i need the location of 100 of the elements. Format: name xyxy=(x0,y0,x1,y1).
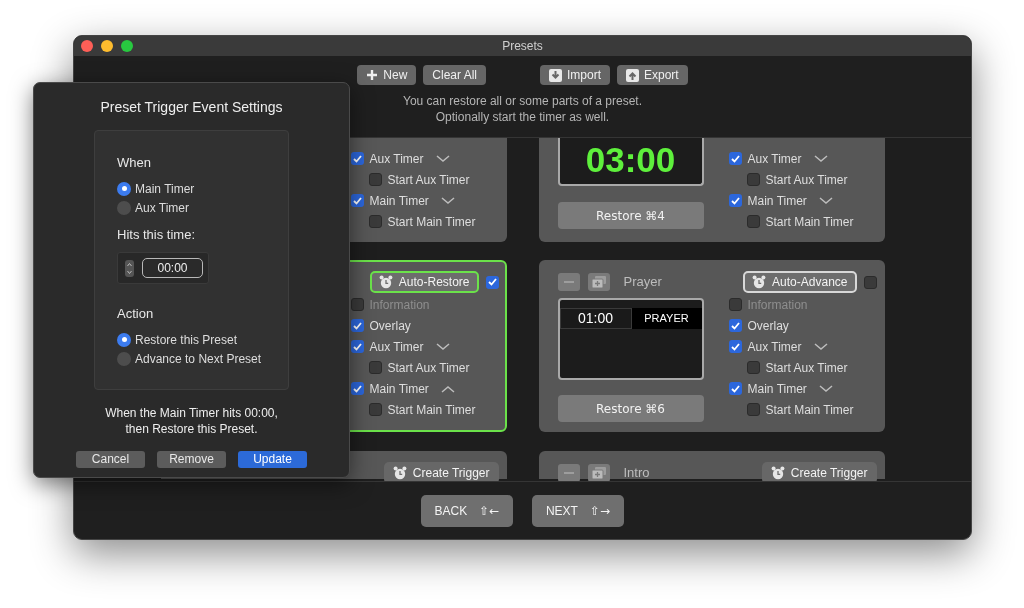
duplicate-icon xyxy=(591,467,606,479)
checkmark-icon xyxy=(487,278,497,286)
trigger-button[interactable]: Create Trigger xyxy=(383,462,499,481)
zoom-button[interactable] xyxy=(121,40,133,52)
checkmark-icon xyxy=(730,321,740,330)
checkbox[interactable] xyxy=(863,275,877,289)
option-label: Overlay xyxy=(747,317,789,335)
chevron-down-icon[interactable] xyxy=(440,196,455,205)
radio-label: Restore this Preset xyxy=(135,331,238,349)
option-label: Overlay xyxy=(369,317,411,335)
remove-button[interactable] xyxy=(557,273,580,291)
checkbox[interactable] xyxy=(350,152,364,165)
preset-name: Prayer xyxy=(623,273,662,292)
checkbox[interactable] xyxy=(350,319,364,332)
export-button[interactable]: Export xyxy=(617,65,688,85)
option-label: Start Aux Timer xyxy=(387,171,470,189)
checkbox[interactable] xyxy=(350,340,364,353)
option-label: Aux Timer xyxy=(369,150,424,168)
trigger-button[interactable]: Auto-Advance xyxy=(743,271,857,293)
cancel-button[interactable]: Cancel xyxy=(76,451,145,468)
checkbox[interactable] xyxy=(746,173,760,186)
checkbox[interactable] xyxy=(728,382,742,395)
remove-button[interactable] xyxy=(557,464,580,481)
radio-button[interactable] xyxy=(117,351,131,366)
checkbox[interactable] xyxy=(746,361,760,374)
import-button[interactable]: Import xyxy=(540,65,610,85)
option-label: Aux Timer xyxy=(369,338,424,356)
option-label: Main Timer xyxy=(369,380,429,398)
section-label: When xyxy=(117,154,152,172)
clear-all-button[interactable]: Clear All xyxy=(423,65,486,85)
checkbox[interactable] xyxy=(368,361,382,374)
alarm-clock-icon xyxy=(752,275,767,289)
radio-button[interactable] xyxy=(117,181,131,196)
back-button[interactable]: BACK ⇧← xyxy=(421,494,513,527)
checkbox[interactable] xyxy=(728,319,742,332)
checkbox[interactable] xyxy=(728,194,742,207)
window-title: Presets xyxy=(502,38,543,55)
restore-button[interactable]: Restore ⌘6 xyxy=(557,395,704,422)
duplicate-button[interactable] xyxy=(587,273,610,291)
option-label: Start Aux Timer xyxy=(765,171,848,189)
radio-label: Main Timer xyxy=(135,180,195,198)
option-label: Start Main Timer xyxy=(765,401,854,419)
timer-text: 01:00 xyxy=(559,308,632,329)
checkbox[interactable] xyxy=(368,403,382,416)
checkbox[interactable] xyxy=(368,215,382,228)
checkbox[interactable] xyxy=(350,194,364,207)
chevron-down-icon[interactable] xyxy=(813,154,828,163)
option-label: Start Main Timer xyxy=(765,213,854,231)
option-label: Main Timer xyxy=(747,192,807,210)
option-label: Main Timer xyxy=(369,192,429,210)
option-label: Start Main Timer xyxy=(387,213,476,231)
option-label: Main Timer xyxy=(747,380,807,398)
title-text: PRAYER xyxy=(631,308,702,329)
remove-button[interactable]: Remove xyxy=(157,451,226,468)
restore-button[interactable]: Restore ⌘4 xyxy=(557,202,704,229)
stepper-icon[interactable] xyxy=(125,259,134,277)
chevron-up-icon[interactable] xyxy=(440,384,455,393)
section-label: Action xyxy=(117,305,155,323)
checkmark-icon xyxy=(730,384,740,393)
option-label: Start Main Timer xyxy=(387,401,476,419)
checkbox[interactable] xyxy=(368,173,382,186)
option-label: Aux Timer xyxy=(747,338,802,356)
download-icon xyxy=(549,68,562,82)
checkbox[interactable] xyxy=(350,382,364,395)
checkmark-icon xyxy=(730,342,740,351)
timer-text: 03:00 xyxy=(584,139,677,181)
trigger-button[interactable]: Auto-Restore xyxy=(369,271,479,293)
option-label: Aux Timer xyxy=(747,150,802,168)
radio-button[interactable] xyxy=(117,332,131,347)
checkbox[interactable] xyxy=(485,275,499,289)
update-button[interactable]: Update xyxy=(238,451,307,468)
close-button[interactable] xyxy=(81,40,93,52)
radio-label: Advance to Next Preset xyxy=(135,350,262,368)
alarm-clock-icon xyxy=(378,275,393,289)
checkmark-icon xyxy=(352,196,362,205)
option-label: Start Aux Timer xyxy=(387,359,470,377)
chevron-down-icon[interactable] xyxy=(813,342,828,351)
minus-icon xyxy=(563,472,574,474)
time-field[interactable]: 00:00 xyxy=(142,258,203,278)
checkbox[interactable] xyxy=(746,403,760,416)
chevron-down-icon[interactable] xyxy=(435,154,450,163)
trigger-button[interactable]: Create Trigger xyxy=(761,462,877,481)
option-label: Start Aux Timer xyxy=(765,359,848,377)
chevron-down-icon[interactable] xyxy=(818,384,833,393)
checkbox[interactable] xyxy=(746,215,760,228)
plus-icon xyxy=(366,69,379,81)
checkbox[interactable] xyxy=(728,340,742,353)
chevron-down-icon[interactable] xyxy=(435,342,450,351)
minimize-button[interactable] xyxy=(101,40,113,52)
checkmark-icon xyxy=(352,384,362,393)
radio-button[interactable] xyxy=(117,200,131,215)
field-label: Hits this time: xyxy=(117,226,196,244)
chevron-down-icon[interactable] xyxy=(818,196,833,205)
duplicate-button[interactable] xyxy=(587,464,610,481)
checkmark-icon xyxy=(730,196,740,205)
new-button[interactable]: New xyxy=(357,65,417,85)
next-button[interactable]: NEXT ⇧→ xyxy=(532,494,624,527)
checkbox[interactable] xyxy=(728,152,742,165)
checkmark-icon xyxy=(352,342,362,351)
hint-text: You can restore all or some parts of a preset. Optionally start the timer as well. xyxy=(403,93,642,125)
